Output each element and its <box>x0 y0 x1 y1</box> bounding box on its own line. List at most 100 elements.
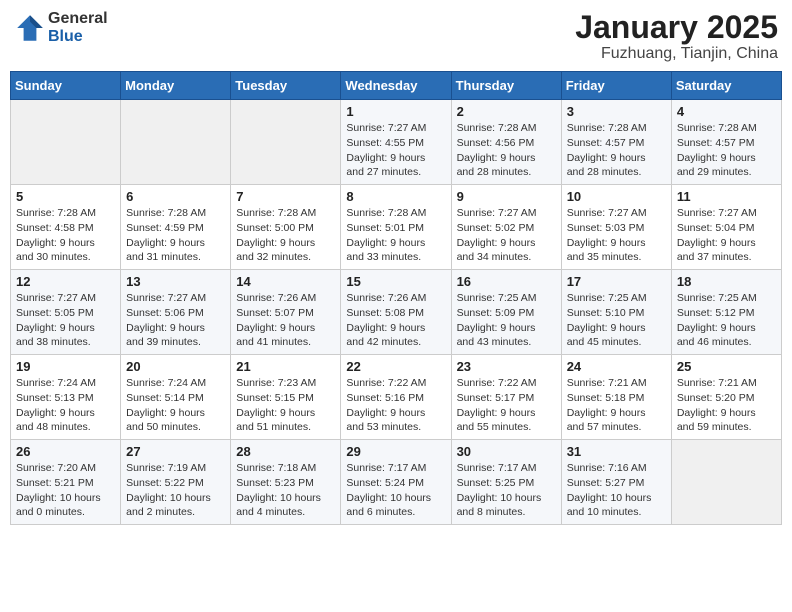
day-detail: Sunrise: 7:27 AM Sunset: 4:55 PM Dayligh… <box>346 121 445 180</box>
day-detail: Sunrise: 7:20 AM Sunset: 5:21 PM Dayligh… <box>16 461 115 520</box>
day-number: 21 <box>236 359 335 374</box>
day-detail: Sunrise: 7:25 AM Sunset: 5:09 PM Dayligh… <box>457 291 556 350</box>
day-detail: Sunrise: 7:27 AM Sunset: 5:02 PM Dayligh… <box>457 206 556 265</box>
calendar-cell: 2 Sunrise: 7:28 AM Sunset: 4:56 PM Daylig… <box>451 100 561 185</box>
calendar-cell: 19 Sunrise: 7:24 AM Sunset: 5:13 PM Dayli… <box>11 355 121 440</box>
calendar-cell: 5Sunrise: 7:28 AM Sunset: 4:58 PM Daylig… <box>11 185 121 270</box>
day-number: 1 <box>346 104 445 119</box>
day-detail: Sunrise: 7:28 AM Sunset: 5:00 PM Dayligh… <box>236 206 335 265</box>
day-detail: Sunrise: 7:28 AM Sunset: 4:57 PM Dayligh… <box>567 121 666 180</box>
day-number: 24 <box>567 359 666 374</box>
day-detail: Sunrise: 7:28 AM Sunset: 4:57 PM Dayligh… <box>677 121 776 180</box>
day-detail: Sunrise: 7:27 AM Sunset: 5:03 PM Dayligh… <box>567 206 666 265</box>
calendar-week-row: 5Sunrise: 7:28 AM Sunset: 4:58 PM Daylig… <box>11 185 782 270</box>
calendar-cell <box>121 100 231 185</box>
day-detail: Sunrise: 7:21 AM Sunset: 5:20 PM Dayligh… <box>677 376 776 435</box>
location-subtitle: Fuzhuang, Tianjin, China <box>575 45 778 63</box>
calendar-cell: 17Sunrise: 7:25 AM Sunset: 5:10 PM Dayli… <box>561 270 671 355</box>
weekday-header-friday: Friday <box>561 72 671 100</box>
day-detail: Sunrise: 7:24 AM Sunset: 5:14 PM Dayligh… <box>126 376 225 435</box>
calendar-week-row: 19 Sunrise: 7:24 AM Sunset: 5:13 PM Dayli… <box>11 355 782 440</box>
day-detail: Sunrise: 7:22 AM Sunset: 5:17 PM Dayligh… <box>457 376 556 435</box>
calendar-cell: 23 Sunrise: 7:22 AM Sunset: 5:17 PM Dayli… <box>451 355 561 440</box>
day-detail: Sunrise: 7:22 AM Sunset: 5:16 PM Dayligh… <box>346 376 445 435</box>
day-detail: Sunrise: 7:21 AM Sunset: 5:18 PM Dayligh… <box>567 376 666 435</box>
calendar-cell: 10 Sunrise: 7:27 AM Sunset: 5:03 PM Dayli… <box>561 185 671 270</box>
logo-icon <box>14 12 46 44</box>
day-detail: Sunrise: 7:27 AM Sunset: 5:04 PM Dayligh… <box>677 206 776 265</box>
calendar-cell: 7 Sunrise: 7:28 AM Sunset: 5:00 PM Daylig… <box>231 185 341 270</box>
calendar-cell: 18 Sunrise: 7:25 AM Sunset: 5:12 PM Dayli… <box>671 270 781 355</box>
day-number: 27 <box>126 444 225 459</box>
day-detail: Sunrise: 7:28 AM Sunset: 4:59 PM Dayligh… <box>126 206 225 265</box>
calendar-cell: 29 Sunrise: 7:17 AM Sunset: 5:24 PM Dayli… <box>341 440 451 525</box>
calendar-cell: 28Sunrise: 7:18 AM Sunset: 5:23 PM Dayli… <box>231 440 341 525</box>
day-detail: Sunrise: 7:28 AM Sunset: 4:58 PM Dayligh… <box>16 206 115 265</box>
logo-blue: Blue <box>48 28 108 46</box>
weekday-header-monday: Monday <box>121 72 231 100</box>
day-number: 26 <box>16 444 115 459</box>
month-year-title: January 2025 <box>575 10 778 45</box>
logo-general: General <box>48 10 108 28</box>
day-number: 15 <box>346 274 445 289</box>
day-number: 3 <box>567 104 666 119</box>
day-detail: Sunrise: 7:19 AM Sunset: 5:22 PM Dayligh… <box>126 461 225 520</box>
calendar-cell: 25Sunrise: 7:21 AM Sunset: 5:20 PM Dayli… <box>671 355 781 440</box>
logo-text: General Blue <box>48 10 108 45</box>
calendar-cell: 31 Sunrise: 7:16 AM Sunset: 5:27 PM Dayli… <box>561 440 671 525</box>
calendar-cell: 3 Sunrise: 7:28 AM Sunset: 4:57 PM Daylig… <box>561 100 671 185</box>
day-number: 7 <box>236 189 335 204</box>
day-detail: Sunrise: 7:17 AM Sunset: 5:25 PM Dayligh… <box>457 461 556 520</box>
day-number: 6 <box>126 189 225 204</box>
day-number: 29 <box>346 444 445 459</box>
day-detail: Sunrise: 7:28 AM Sunset: 4:56 PM Dayligh… <box>457 121 556 180</box>
day-detail: Sunrise: 7:26 AM Sunset: 5:07 PM Dayligh… <box>236 291 335 350</box>
calendar-cell: 21 Sunrise: 7:23 AM Sunset: 5:15 PM Dayli… <box>231 355 341 440</box>
weekday-header-saturday: Saturday <box>671 72 781 100</box>
calendar-cell: 26 Sunrise: 7:20 AM Sunset: 5:21 PM Dayli… <box>11 440 121 525</box>
day-number: 8 <box>346 189 445 204</box>
day-number: 23 <box>457 359 556 374</box>
calendar-cell: 27 Sunrise: 7:19 AM Sunset: 5:22 PM Dayli… <box>121 440 231 525</box>
page-header: General Blue January 2025 Fuzhuang, Tian… <box>10 10 782 63</box>
day-number: 2 <box>457 104 556 119</box>
day-detail: Sunrise: 7:16 AM Sunset: 5:27 PM Dayligh… <box>567 461 666 520</box>
calendar-cell: 20Sunrise: 7:24 AM Sunset: 5:14 PM Dayli… <box>121 355 231 440</box>
calendar-cell <box>671 440 781 525</box>
calendar-cell <box>231 100 341 185</box>
day-number: 4 <box>677 104 776 119</box>
day-detail: Sunrise: 7:25 AM Sunset: 5:12 PM Dayligh… <box>677 291 776 350</box>
weekday-header-sunday: Sunday <box>11 72 121 100</box>
weekday-header-row: SundayMondayTuesdayWednesdayThursdayFrid… <box>11 72 782 100</box>
day-detail: Sunrise: 7:24 AM Sunset: 5:13 PM Dayligh… <box>16 376 115 435</box>
calendar-week-row: 1 Sunrise: 7:27 AM Sunset: 4:55 PM Daylig… <box>11 100 782 185</box>
day-number: 14 <box>236 274 335 289</box>
calendar-cell <box>11 100 121 185</box>
day-number: 16 <box>457 274 556 289</box>
day-number: 9 <box>457 189 556 204</box>
day-detail: Sunrise: 7:17 AM Sunset: 5:24 PM Dayligh… <box>346 461 445 520</box>
day-number: 19 <box>16 359 115 374</box>
calendar-week-row: 12 Sunrise: 7:27 AM Sunset: 5:05 PM Dayli… <box>11 270 782 355</box>
day-number: 10 <box>567 189 666 204</box>
calendar-week-row: 26 Sunrise: 7:20 AM Sunset: 5:21 PM Dayli… <box>11 440 782 525</box>
calendar-cell: 13 Sunrise: 7:27 AM Sunset: 5:06 PM Dayli… <box>121 270 231 355</box>
calendar-cell: 24 Sunrise: 7:21 AM Sunset: 5:18 PM Dayli… <box>561 355 671 440</box>
day-detail: Sunrise: 7:23 AM Sunset: 5:15 PM Dayligh… <box>236 376 335 435</box>
day-number: 22 <box>346 359 445 374</box>
calendar-cell: 22 Sunrise: 7:22 AM Sunset: 5:16 PM Dayli… <box>341 355 451 440</box>
weekday-header-thursday: Thursday <box>451 72 561 100</box>
calendar-cell: 1 Sunrise: 7:27 AM Sunset: 4:55 PM Daylig… <box>341 100 451 185</box>
weekday-header-wednesday: Wednesday <box>341 72 451 100</box>
day-number: 13 <box>126 274 225 289</box>
day-number: 12 <box>16 274 115 289</box>
day-number: 11 <box>677 189 776 204</box>
day-detail: Sunrise: 7:27 AM Sunset: 5:05 PM Dayligh… <box>16 291 115 350</box>
calendar-cell: 9 Sunrise: 7:27 AM Sunset: 5:02 PM Daylig… <box>451 185 561 270</box>
day-number: 18 <box>677 274 776 289</box>
day-detail: Sunrise: 7:27 AM Sunset: 5:06 PM Dayligh… <box>126 291 225 350</box>
calendar-cell: 6 Sunrise: 7:28 AM Sunset: 4:59 PM Daylig… <box>121 185 231 270</box>
weekday-header-tuesday: Tuesday <box>231 72 341 100</box>
day-detail: Sunrise: 7:26 AM Sunset: 5:08 PM Dayligh… <box>346 291 445 350</box>
day-number: 31 <box>567 444 666 459</box>
